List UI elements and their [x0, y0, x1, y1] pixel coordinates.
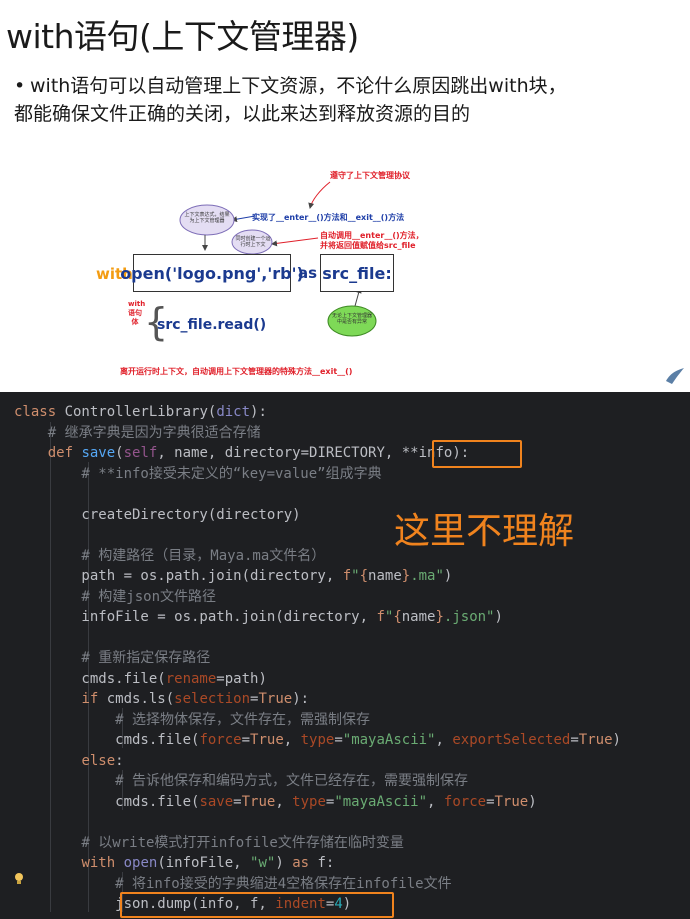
as-keyword: as [298, 264, 318, 282]
code-line-10: # 重新指定保存路径 [14, 650, 211, 666]
code-line-13: # 选择物体保存，文件存在，需强制保存 [14, 712, 371, 728]
code-line-11: cmds.file(rename=path) [14, 671, 267, 687]
json-dump-highlight [120, 892, 394, 918]
cloud-1-text: 上下文表达式，结果为上下文管理器 [184, 212, 230, 224]
cloud-2-text: 同时创建一个运行时上下文 [235, 236, 271, 248]
code-line-3: def save(self, name, directory=DIRECTORY… [47, 445, 470, 461]
code-line-18: # 以write模式打开infofile文件存储在临时变量 [14, 835, 404, 851]
info-param-highlight [432, 440, 522, 468]
bullet-line-2: 都能确保文件正确的关闭，以此来达到释放资源的目的 [14, 103, 471, 125]
presentation-slide: with语句(上下文管理器) • with语句可以自动管理上下文资源，不论什么原… [0, 0, 690, 392]
code-line-6: # 构建路径（目录，Maya.ma文件名） [14, 548, 326, 564]
exit-note: 离开运行时上下文，自动调用上下文管理器的特殊方法__exit__() [120, 367, 353, 376]
code-line-16: # 告诉他保存和编码方式，文件已经存在，需要强制保存 [14, 773, 469, 789]
target-variable: src_file: [322, 263, 392, 283]
with-body-code: src_file.read() [157, 317, 267, 333]
bullet-dot: • [14, 75, 26, 97]
code-line-19: with open(infoFile, "w") as f: [81, 855, 335, 871]
annotation-text: 这里不理解 [394, 511, 575, 552]
code-line-2: # 继承字典是因为字典很适合存储 [14, 425, 261, 441]
cloud-3-text: 无论上下文管理器中是否有异常 [331, 313, 372, 325]
code-line-5: createDirectory(directory) [14, 507, 301, 523]
with-statement-diagram: 遵守了上下文管理协议 实现了__enter__()方法和__exit__()方法… [0, 150, 690, 392]
slide-title: with语句(上下文管理器) [6, 17, 359, 56]
note-enter-exit: 实现了__enter__()方法和__exit__()方法 [252, 213, 405, 222]
code-line-8: # 构建json文件路径 [14, 589, 217, 605]
note-auto-enter-2: 并将返回值赋值给src_file [320, 241, 416, 250]
code-line-12: if cmds.ls(selection=True): [81, 691, 310, 707]
target-box: src_file: [320, 254, 394, 292]
bird-logo-icon [666, 368, 684, 384]
note-protocol: 遵守了上下文管理协议 [330, 171, 410, 180]
with-expression-box: open('logo.png','rb') [120, 254, 304, 292]
lightbulb-icon[interactable] [14, 872, 24, 886]
with-expression: open('logo.png','rb') [120, 263, 304, 283]
code-line-17: cmds.file(save=True, type="mayaAscii", f… [14, 794, 537, 810]
code-line-4: # **info接受未定义的“key=value”组成字典 [14, 466, 382, 482]
code-editor[interactable]: class ControllerLibrary(dict): # 继承字典是因为… [0, 392, 690, 919]
code-line-20: # 将info接受的字典缩进4空格保存在infofile文件 [14, 876, 452, 892]
code-line-9: infoFile = os.path.join(directory, f"{na… [14, 609, 503, 625]
code-line-7: path = os.path.join(directory, f"{name}.… [14, 568, 453, 584]
code-line-14: cmds.file(force=True, type="mayaAscii", … [14, 732, 621, 748]
with-body-label: with语句体 [128, 300, 146, 326]
bullet-line-1: with语句可以自动管理上下文资源，不论什么原因跳出with块， [30, 75, 567, 97]
code-line-15: else: [81, 753, 124, 769]
code-line-1: class ControllerLibrary(dict): [14, 404, 267, 420]
